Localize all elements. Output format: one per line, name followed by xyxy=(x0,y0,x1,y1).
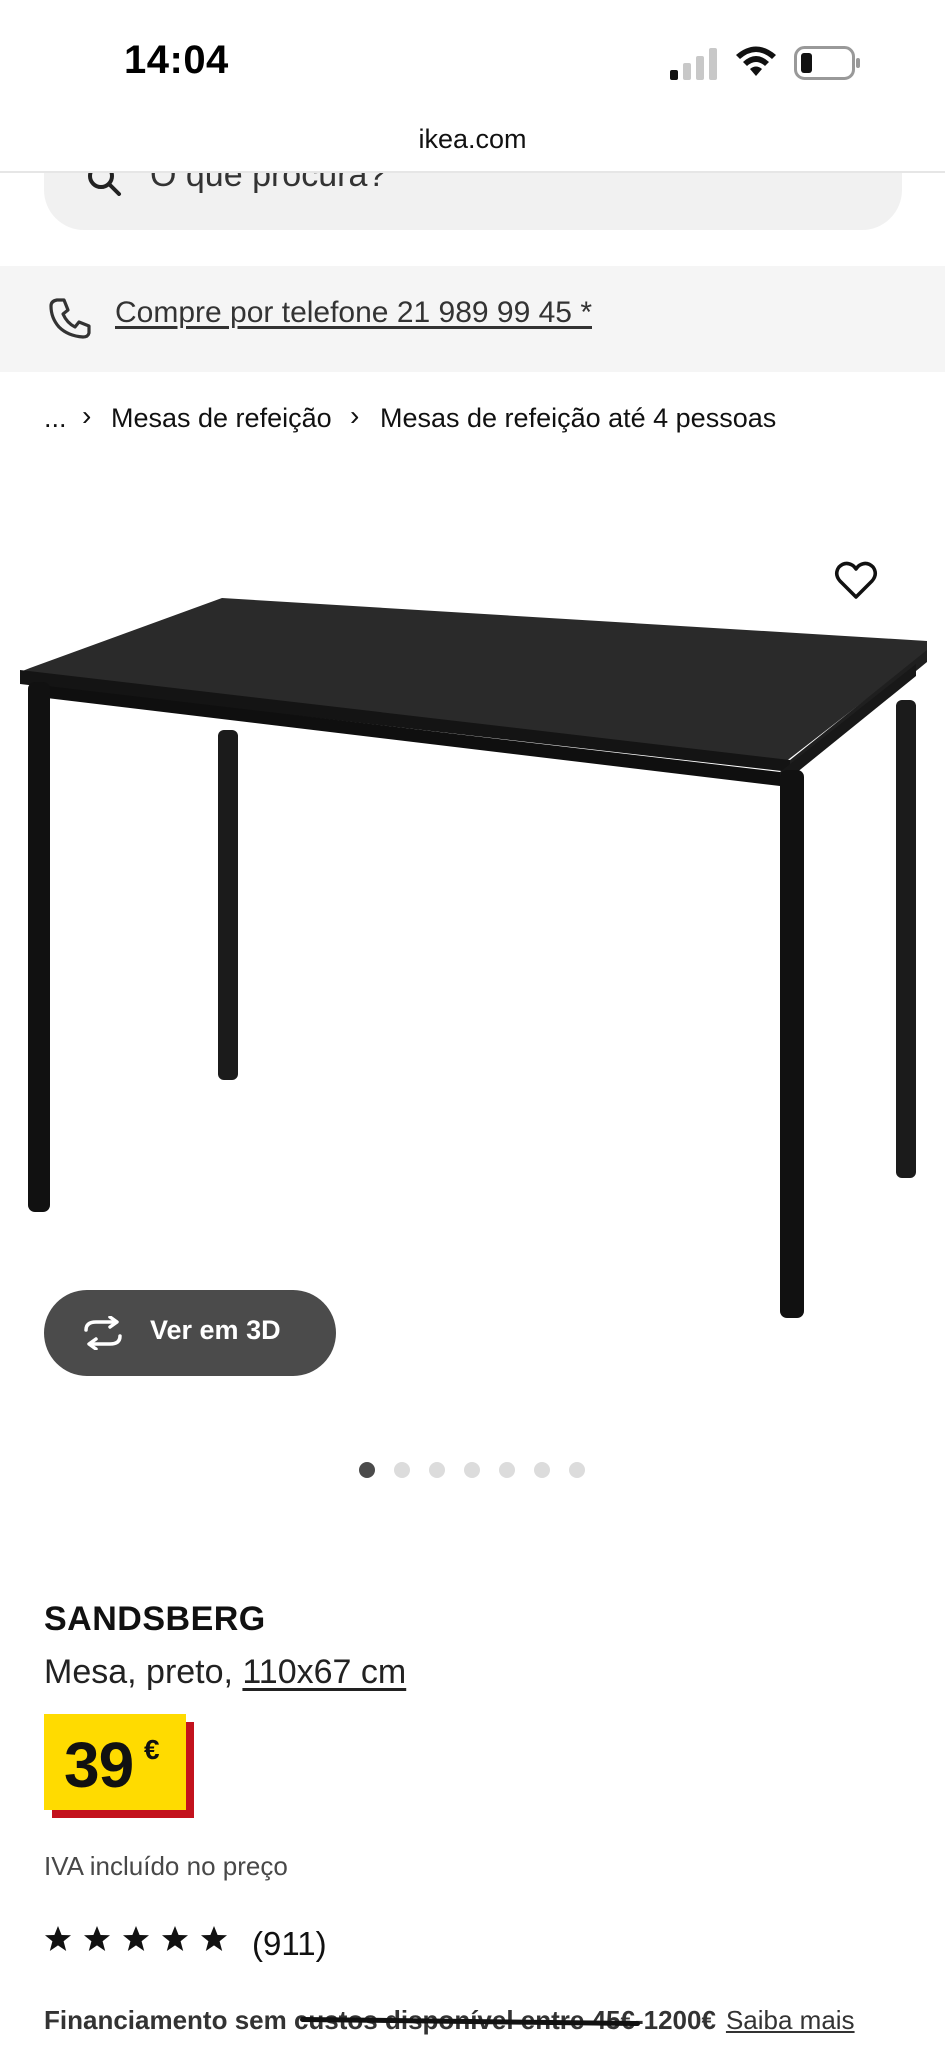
chevron-right-icon: › xyxy=(350,400,360,431)
star-icon xyxy=(84,1926,110,1951)
product-description: Mesa, preto, 110x67 cm xyxy=(44,1653,406,1692)
phone-icon xyxy=(49,298,91,339)
chevron-right-icon: › xyxy=(82,400,92,431)
product-type: Mesa, preto, xyxy=(44,1653,243,1691)
status-time: 14:04 xyxy=(124,38,229,82)
view-3d-button[interactable]: Ver em 3D xyxy=(44,1290,336,1376)
carousel-dot[interactable] xyxy=(534,1462,550,1478)
product-image[interactable] xyxy=(10,590,940,1340)
product-size-link[interactable]: 110x67 cm xyxy=(242,1653,406,1691)
browser-url-overlay: ikea.com xyxy=(418,124,527,154)
price-value: 39 xyxy=(64,1729,134,1801)
review-count[interactable]: (911) xyxy=(252,1925,327,1963)
view-3d-label: Ver em 3D xyxy=(150,1315,281,1345)
price-tag: 39 € xyxy=(44,1714,186,1810)
battery-icon xyxy=(794,46,860,80)
breadcrumb-item[interactable]: Mesas de refeição até 4 pessoas xyxy=(380,403,776,434)
product-name[interactable]: SANDSBERG xyxy=(44,1600,266,1639)
carousel-dot[interactable] xyxy=(464,1462,480,1478)
rotate-3d-icon xyxy=(84,1316,122,1350)
star-icon xyxy=(201,1926,227,1951)
vat-note: IVA incluído no preço xyxy=(44,1851,288,1881)
carousel-dot[interactable] xyxy=(429,1462,445,1478)
financing-more-link[interactable]: Saiba mais xyxy=(726,2005,855,2035)
signal-icon xyxy=(670,48,717,80)
carousel-dot[interactable] xyxy=(499,1462,515,1478)
phone-link[interactable]: Compre por telefone 21 989 99 45 * xyxy=(115,296,592,330)
wifi-icon xyxy=(736,46,776,76)
price-currency: € xyxy=(144,1734,160,1765)
breadcrumb-item[interactable]: Mesas de refeição xyxy=(111,403,332,434)
carousel-dot[interactable] xyxy=(359,1462,375,1478)
breadcrumb-ellipsis[interactable]: ... xyxy=(44,403,67,434)
carousel-dot[interactable] xyxy=(394,1462,410,1478)
star-icon xyxy=(123,1926,149,1951)
rating-stars[interactable] xyxy=(44,1925,239,1961)
star-icon xyxy=(45,1926,71,1951)
carousel-dot[interactable] xyxy=(569,1462,585,1478)
star-icon xyxy=(162,1926,188,1951)
search-icon xyxy=(86,172,126,196)
header-divider xyxy=(0,171,945,173)
